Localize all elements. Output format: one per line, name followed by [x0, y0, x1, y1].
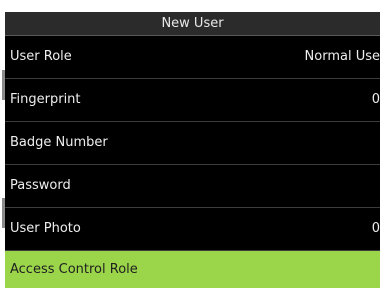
menu-item-value: 0 — [371, 221, 380, 236]
menu-item-badge-number[interactable]: Badge Number — [5, 122, 380, 165]
menu-item-user-photo[interactable]: User Photo 0 — [5, 208, 380, 251]
new-user-panel: New User User Role Normal Use Fingerprin… — [5, 12, 380, 288]
menu-item-label: Password — [10, 178, 71, 193]
menu-item-label: Fingerprint — [10, 92, 81, 107]
menu-item-label: Badge Number — [10, 135, 108, 150]
menu-item-label: User Photo — [10, 221, 81, 236]
menu-item-label: User Role — [10, 49, 72, 64]
device-screen: New User User Role Normal Use Fingerprin… — [0, 0, 380, 288]
menu-item-password[interactable]: Password — [5, 165, 380, 208]
menu-item-value: 0 — [371, 92, 380, 107]
menu-item-value: Normal Use — [304, 49, 380, 64]
menu-item-access-control-role[interactable]: Access Control Role — [5, 251, 380, 288]
menu-item-fingerprint[interactable]: Fingerprint 0 — [5, 79, 380, 122]
menu-item-label: Access Control Role — [10, 262, 138, 277]
menu-item-user-role[interactable]: User Role Normal Use — [5, 36, 380, 79]
window-title: New User — [5, 12, 380, 36]
